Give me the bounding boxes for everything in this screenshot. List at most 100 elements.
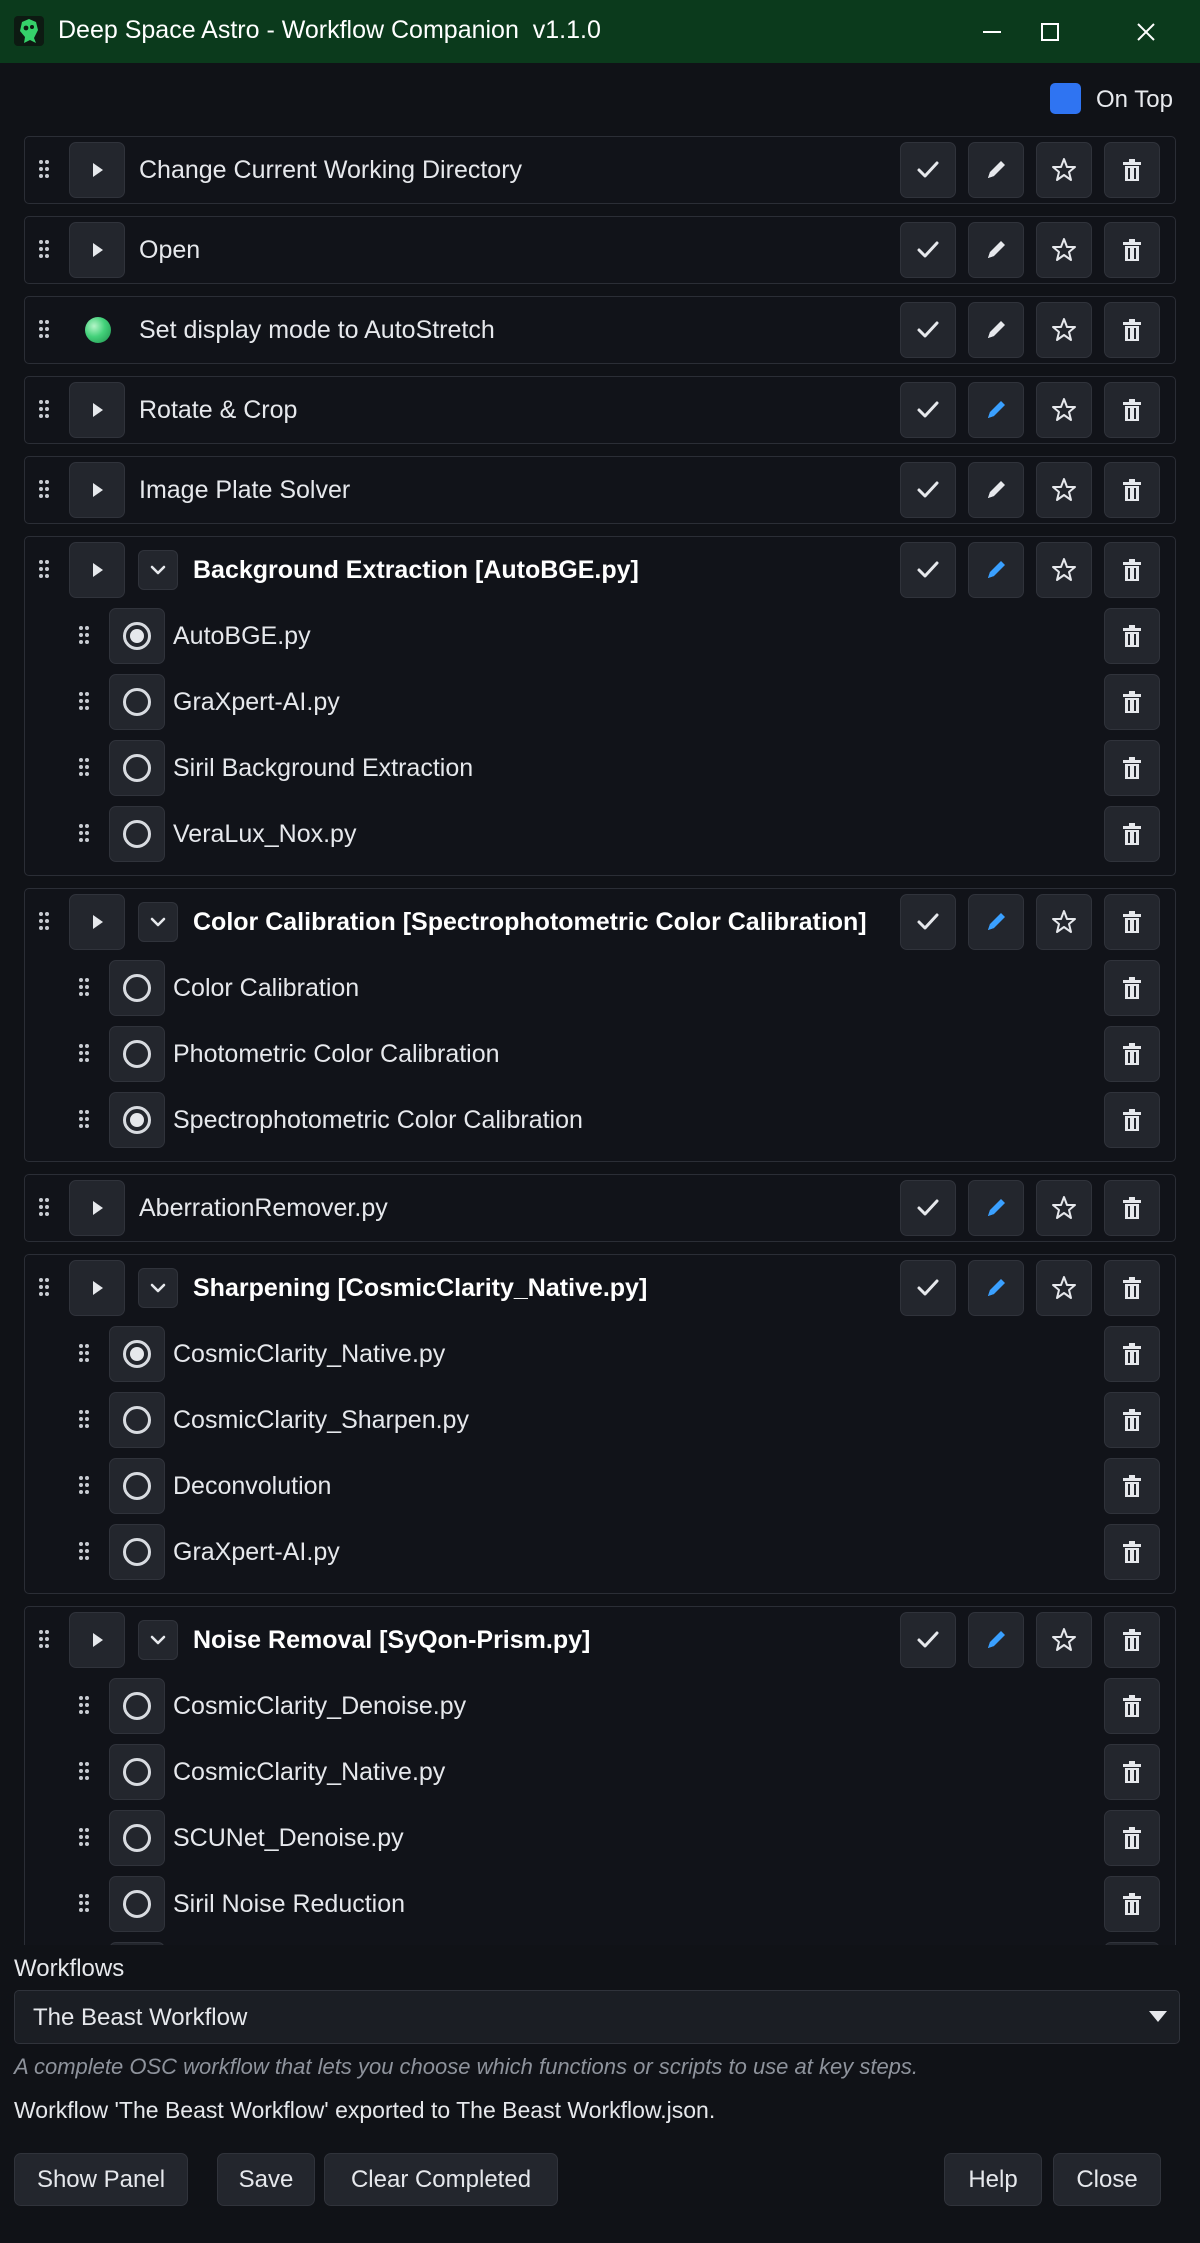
option-radio-button[interactable] (109, 1092, 165, 1148)
delete-option-button[interactable] (1104, 1524, 1160, 1580)
run-step-button[interactable] (69, 462, 125, 518)
option-radio-button[interactable] (109, 1524, 165, 1580)
delete-step-button[interactable] (1104, 894, 1160, 950)
option-radio-button[interactable] (109, 1744, 165, 1800)
favorite-step-button[interactable] (1036, 302, 1092, 358)
run-step-button[interactable] (69, 894, 125, 950)
mark-complete-button[interactable] (900, 1612, 956, 1668)
run-step-button[interactable] (69, 1612, 125, 1668)
edit-step-button[interactable] (968, 302, 1024, 358)
run-step-button[interactable] (69, 1180, 125, 1236)
mark-complete-button[interactable] (900, 1180, 956, 1236)
option-radio-button[interactable] (109, 1392, 165, 1448)
drag-handle-icon[interactable] (38, 479, 50, 499)
drag-handle-icon[interactable] (38, 1629, 50, 1649)
close-window-button[interactable] (1106, 0, 1186, 63)
drag-handle-icon[interactable] (38, 1197, 50, 1217)
collapse-toggle-button[interactable] (138, 902, 178, 942)
favorite-step-button[interactable] (1036, 382, 1092, 438)
on-top-checkbox[interactable] (1050, 83, 1081, 114)
drag-handle-icon[interactable] (78, 691, 90, 711)
drag-handle-icon[interactable] (78, 1893, 90, 1913)
clear-completed-button[interactable]: Clear Completed (324, 2153, 558, 2206)
drag-handle-icon[interactable] (38, 159, 50, 179)
drag-handle-icon[interactable] (78, 1541, 90, 1561)
workflow-select[interactable]: The Beast Workflow (14, 1990, 1180, 2044)
drag-handle-icon[interactable] (38, 399, 50, 419)
mark-complete-button[interactable] (900, 222, 956, 278)
workflow-step-list[interactable]: Change Current Working Directory Open Set … (0, 130, 1200, 1945)
delete-option-button[interactable] (1104, 1326, 1160, 1382)
option-radio-button[interactable] (109, 740, 165, 796)
edit-step-button[interactable] (968, 1180, 1024, 1236)
save-button[interactable]: Save (217, 2153, 315, 2206)
mark-complete-button[interactable] (900, 142, 956, 198)
drag-handle-icon[interactable] (38, 559, 50, 579)
drag-handle-icon[interactable] (78, 823, 90, 843)
delete-option-button[interactable] (1104, 1678, 1160, 1734)
drag-handle-icon[interactable] (78, 1475, 90, 1495)
option-radio-button[interactable] (109, 1810, 165, 1866)
edit-step-button[interactable] (968, 542, 1024, 598)
option-radio-button[interactable] (109, 1458, 165, 1514)
drag-handle-icon[interactable] (38, 239, 50, 259)
drag-handle-icon[interactable] (78, 1409, 90, 1429)
delete-step-button[interactable] (1104, 1260, 1160, 1316)
edit-step-button[interactable] (968, 142, 1024, 198)
option-radio-button[interactable] (109, 1942, 165, 1945)
delete-option-button[interactable] (1104, 674, 1160, 730)
mark-complete-button[interactable] (900, 382, 956, 438)
delete-step-button[interactable] (1104, 1612, 1160, 1668)
edit-step-button[interactable] (968, 1612, 1024, 1668)
drag-handle-icon[interactable] (78, 977, 90, 997)
delete-option-button[interactable] (1104, 1942, 1160, 1945)
mark-complete-button[interactable] (900, 542, 956, 598)
delete-option-button[interactable] (1104, 1092, 1160, 1148)
option-radio-button[interactable] (109, 608, 165, 664)
help-button[interactable]: Help (944, 2153, 1042, 2206)
option-radio-button[interactable] (109, 1876, 165, 1932)
favorite-step-button[interactable] (1036, 462, 1092, 518)
delete-step-button[interactable] (1104, 462, 1160, 518)
edit-step-button[interactable] (968, 1260, 1024, 1316)
delete-option-button[interactable] (1104, 1744, 1160, 1800)
drag-handle-icon[interactable] (78, 1109, 90, 1129)
edit-step-button[interactable] (968, 462, 1024, 518)
delete-option-button[interactable] (1104, 1876, 1160, 1932)
mark-complete-button[interactable] (900, 894, 956, 950)
drag-handle-icon[interactable] (78, 1695, 90, 1715)
collapse-toggle-button[interactable] (138, 1620, 178, 1660)
option-radio-button[interactable] (109, 1326, 165, 1382)
run-step-button[interactable] (69, 542, 125, 598)
favorite-step-button[interactable] (1036, 542, 1092, 598)
favorite-step-button[interactable] (1036, 1180, 1092, 1236)
delete-option-button[interactable] (1104, 806, 1160, 862)
run-step-button[interactable] (69, 382, 125, 438)
option-radio-button[interactable] (109, 1026, 165, 1082)
drag-handle-icon[interactable] (78, 1761, 90, 1781)
favorite-step-button[interactable] (1036, 142, 1092, 198)
delete-option-button[interactable] (1104, 608, 1160, 664)
favorite-step-button[interactable] (1036, 1260, 1092, 1316)
maximize-button[interactable] (1010, 0, 1090, 63)
run-step-button[interactable] (69, 142, 125, 198)
delete-step-button[interactable] (1104, 222, 1160, 278)
edit-step-button[interactable] (968, 222, 1024, 278)
delete-option-button[interactable] (1104, 740, 1160, 796)
mark-complete-button[interactable] (900, 302, 956, 358)
edit-step-button[interactable] (968, 382, 1024, 438)
delete-step-button[interactable] (1104, 542, 1160, 598)
collapse-toggle-button[interactable] (138, 550, 178, 590)
delete-option-button[interactable] (1104, 1026, 1160, 1082)
delete-option-button[interactable] (1104, 1458, 1160, 1514)
collapse-toggle-button[interactable] (138, 1268, 178, 1308)
drag-handle-icon[interactable] (38, 1277, 50, 1297)
option-radio-button[interactable] (109, 674, 165, 730)
delete-step-button[interactable] (1104, 142, 1160, 198)
edit-step-button[interactable] (968, 894, 1024, 950)
delete-option-button[interactable] (1104, 1392, 1160, 1448)
drag-handle-icon[interactable] (38, 911, 50, 931)
mark-complete-button[interactable] (900, 1260, 956, 1316)
drag-handle-icon[interactable] (38, 319, 50, 339)
favorite-step-button[interactable] (1036, 1612, 1092, 1668)
